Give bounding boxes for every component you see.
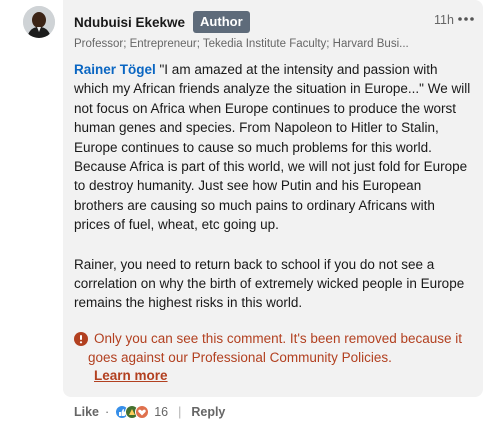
warning-icon — [74, 332, 88, 346]
comment-header: Ndubuisi Ekekwe Author — [74, 11, 250, 33]
love-icon — [135, 405, 150, 419]
learn-more-link[interactable]: Learn more — [94, 368, 168, 383]
reactions-summary[interactable] — [115, 405, 150, 419]
ellipsis-icon[interactable] — [456, 12, 476, 26]
comment-text: "I am amazed at the intensity and passio… — [74, 62, 471, 233]
action-separator: | — [178, 405, 182, 419]
like-button[interactable]: Like — [74, 405, 99, 419]
avatar[interactable] — [23, 6, 55, 38]
comment-paragraph-2: Rainer, you need to return back to schoo… — [74, 256, 465, 311]
comment-paragraph: Rainer Tögel "I am amazed at the intensi… — [74, 60, 472, 235]
mention-link[interactable]: Rainer Tögel — [74, 62, 156, 77]
removed-notice: Only you can see this comment. It's been… — [74, 329, 472, 368]
comment-actions: Like · 16 | Reply — [74, 403, 225, 421]
author-name[interactable]: Ndubuisi Ekekwe — [74, 15, 185, 30]
reaction-count[interactable]: 16 — [154, 405, 168, 419]
reply-button[interactable]: Reply — [191, 405, 225, 419]
notice-text: Only you can see this comment. It's been… — [88, 331, 463, 366]
author-badge: Author — [193, 11, 250, 33]
author-headline: Professor; Entrepreneur; Tekedia Institu… — [74, 38, 409, 50]
timestamp: 11h — [434, 13, 454, 27]
dot-separator: · — [105, 405, 110, 419]
comment-body: Rainer Tögel "I am amazed at the intensi… — [74, 60, 472, 313]
